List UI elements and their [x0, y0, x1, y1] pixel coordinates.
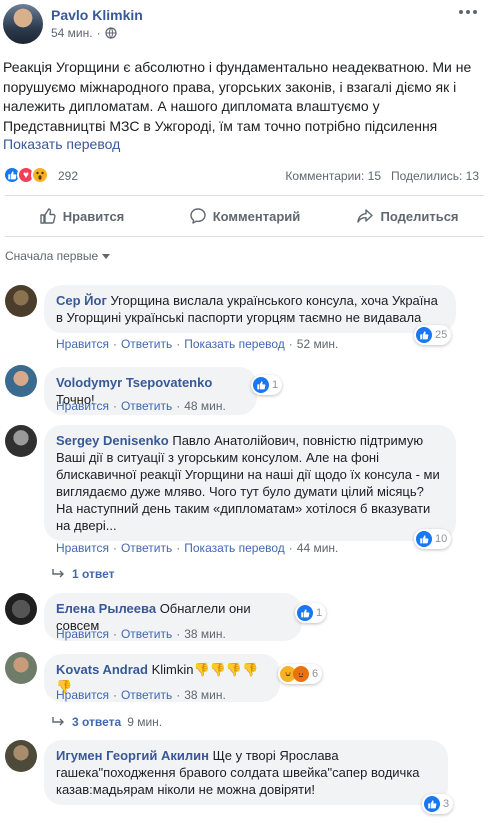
divider: [5, 236, 484, 237]
reaction-count[interactable]: 292: [58, 169, 78, 183]
comment-sort-dropdown[interactable]: Сначала первые: [5, 249, 111, 263]
separator-dot: ·: [96, 26, 101, 40]
comment-actions: Нравится · Ответить · 38 мин.: [56, 688, 226, 702]
like-count-value: 10: [435, 533, 448, 545]
shares-count[interactable]: Поделились: 13: [391, 169, 479, 183]
comment-reply-link[interactable]: Ответить: [121, 688, 172, 702]
comment-like-count[interactable]: 1: [295, 603, 327, 623]
chevron-down-icon: [102, 253, 111, 259]
comment-like-count[interactable]: 1: [251, 375, 283, 395]
comment-button-label: Комментарий: [212, 208, 301, 224]
more-options-icon[interactable]: [459, 10, 477, 14]
comment-like-link[interactable]: Нравится: [56, 627, 109, 641]
post-author-name[interactable]: Pavlo Klimkin: [51, 7, 143, 23]
comment-bubble: Sergey Denisenko Павло Анатолійович, пов…: [44, 425, 456, 541]
reply-arrow-icon: [52, 569, 64, 578]
globe-icon: [105, 27, 117, 39]
commenter-avatar[interactable]: [5, 285, 37, 317]
commenter-avatar[interactable]: [5, 365, 37, 397]
comment-like-link[interactable]: Нравится: [56, 399, 109, 413]
commenter-name[interactable]: Сер Йог: [56, 293, 107, 308]
comment-actions: Нравится · Ответить · 38 мин.: [56, 627, 226, 641]
replies-count: 3 ответа: [72, 715, 122, 729]
comment-time[interactable]: 48 мин.: [184, 399, 226, 413]
comment-actions: Нравится · Ответить · 48 мин.: [56, 399, 226, 413]
commenter-avatar[interactable]: [5, 740, 37, 772]
comment-bubble: Игумен Георгий Акилин Ще у творі Ярослав…: [44, 740, 448, 805]
commenter-name[interactable]: Kovats Andrad: [56, 662, 148, 677]
comment-actions: Нравится · Ответить · Показать перевод · 44…: [56, 541, 339, 555]
comment-button[interactable]: Комментарий: [163, 201, 326, 231]
post-header: Pavlo Klimkin 54 мин. ·: [0, 0, 489, 48]
comment-actions: Нравится · Ответить · Показать перевод · 52…: [56, 337, 339, 351]
comment-like-link[interactable]: Нравится: [56, 337, 109, 351]
post-action-bar: Нравится Комментарий Поделиться: [0, 201, 489, 231]
reaction-icons[interactable]: ♥: [3, 166, 49, 184]
comment-time[interactable]: 52 мин.: [297, 337, 339, 351]
comment-like-count[interactable]: 3: [422, 794, 454, 814]
comment-reply-link[interactable]: Ответить: [121, 541, 172, 555]
like-count-value: 6: [312, 668, 319, 680]
share-icon: [357, 209, 374, 223]
like-reaction-icon: [416, 327, 432, 343]
post-time[interactable]: 54 мин.: [51, 26, 93, 40]
like-count-value: 3: [443, 798, 450, 810]
like-count-value: 1: [316, 607, 323, 619]
reply-arrow-icon: [52, 717, 64, 726]
commenter-name[interactable]: Volodymyr Tsepovatenko: [56, 375, 212, 390]
commenter-name[interactable]: Елена Рылеева: [56, 601, 156, 616]
comment-time[interactable]: 38 мин.: [184, 627, 226, 641]
commenter-avatar[interactable]: [5, 425, 37, 457]
like-reaction-icon: [297, 605, 313, 621]
replies-time: 9 мин.: [127, 715, 163, 729]
comments-shares-counts: Комментарии: 15 Поделились: 13: [285, 169, 479, 183]
replies-count: 1 ответ: [72, 567, 115, 581]
comment-like-link[interactable]: Нравится: [56, 541, 109, 555]
divider: [5, 195, 484, 196]
comment-translate-link[interactable]: Показать перевод: [184, 541, 285, 555]
share-button-label: Поделиться: [380, 208, 459, 224]
comment-bubble: Сер Йог Угорщина вислала українського ко…: [44, 285, 456, 333]
comment-time[interactable]: 44 мин.: [297, 541, 339, 555]
post-text: Реакція Угорщини є абсолютно і фундамент…: [3, 59, 472, 134]
post-meta: 54 мин. ·: [51, 26, 117, 40]
commenter-avatar[interactable]: [5, 652, 37, 684]
comment-reply-link[interactable]: Ответить: [121, 627, 172, 641]
view-replies-link[interactable]: 3 ответа 9 мин.: [52, 715, 162, 729]
comment-like-link[interactable]: Нравится: [56, 688, 109, 702]
like-button[interactable]: Нравится: [0, 201, 163, 231]
wow-reaction-icon: [31, 166, 49, 184]
like-count-value: 25: [435, 329, 448, 341]
commenter-name[interactable]: Игумен Георгий Акилин: [56, 748, 209, 763]
comment-time[interactable]: 38 мин.: [184, 688, 226, 702]
commenter-avatar[interactable]: [5, 593, 37, 625]
sort-label: Сначала первые: [5, 249, 99, 263]
post-translate-link[interactable]: Показать перевод: [3, 136, 120, 152]
like-reaction-icon: [253, 377, 269, 393]
like-button-label: Нравится: [62, 208, 125, 224]
view-replies-link[interactable]: 1 ответ: [52, 567, 115, 581]
comment-like-count[interactable]: 10: [414, 529, 452, 549]
comment-like-count[interactable]: 6: [278, 664, 323, 684]
author-avatar[interactable]: [3, 4, 43, 44]
like-count-value: 1: [272, 379, 279, 391]
share-button[interactable]: Поделиться: [326, 201, 489, 231]
thumbs-up-icon: [40, 208, 56, 224]
like-reaction-icon: [424, 796, 440, 812]
comment-icon: [190, 208, 206, 224]
like-reaction-icon: [416, 531, 432, 547]
comment-text: Павло Анатолійович, повністю підтримую В…: [56, 433, 440, 533]
angry-reaction-icon: [293, 666, 309, 682]
reactions-summary: ♥ 292 Комментарии: 15 Поделились: 13: [0, 162, 489, 188]
commenter-name[interactable]: Sergey Denisenko: [56, 433, 169, 448]
comment-reply-link[interactable]: Ответить: [121, 337, 172, 351]
comment-like-count[interactable]: 25: [414, 325, 452, 345]
comment-text: Угорщина вислала українського консула, х…: [56, 293, 438, 325]
comment-reply-link[interactable]: Ответить: [121, 399, 172, 413]
comment-translate-link[interactable]: Показать перевод: [184, 337, 285, 351]
comments-count[interactable]: Комментарии: 15: [285, 169, 381, 183]
